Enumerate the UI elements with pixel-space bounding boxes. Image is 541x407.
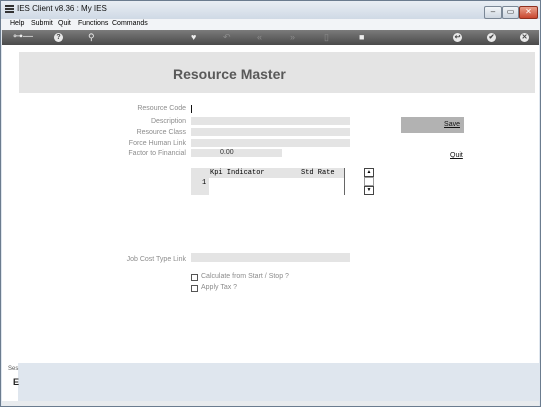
description-input[interactable] [191,117,350,125]
content-area [2,45,539,363]
kpi-grid[interactable]: Kpi Indicator Std Rate 1 [191,168,345,195]
key-icon[interactable]: ⊶— [13,31,33,42]
app-window: IES Client v8.36 : My IES – ▭ ✕ Help Sub… [0,0,541,407]
search-icon[interactable]: ⚲ [88,32,95,43]
resource-code-input[interactable] [191,105,192,113]
first-icon[interactable]: « [257,32,262,43]
maximize-button[interactable]: ▭ [502,6,519,19]
resource-class-input[interactable] [191,128,350,136]
factor-to-financial-label: Factor to Financial [128,150,186,157]
quit-link[interactable]: Quit [450,152,463,159]
toolbar: ⊶— ? ⚲ ♥ ↶ « » ▯ ■ ↩ ✔ ✕ [2,30,539,45]
calc-start-stop-checkbox[interactable] [191,274,198,281]
col-kpi-indicator: Kpi Indicator [210,169,265,177]
resource-class-label: Resource Class [136,129,186,136]
ok-icon[interactable]: ✔ [487,33,496,42]
status-bar [2,401,539,406]
grid-row-number: 1 [191,178,209,195]
description-label: Description [150,118,186,125]
scroll-down-icon[interactable]: ▼ [364,186,374,195]
save-label: Save [444,121,460,128]
factor-value: 0.00 [220,149,234,156]
menu-help[interactable]: Help [10,20,24,27]
menu-bar: Help Submit Quit Functions Commands [1,19,540,30]
session-sidebar: Ses E [2,363,19,401]
undo-icon[interactable]: ↶ [223,32,231,43]
scroll-up-icon[interactable]: ▲ [364,168,374,177]
scroll-track[interactable] [364,177,374,186]
page-title: Resource Master [173,66,286,82]
close-window-button[interactable]: ✕ [519,6,538,19]
close-icon[interactable]: ✕ [520,33,529,42]
factor-to-financial-input[interactable]: 0.00 [191,149,282,157]
help-icon[interactable]: ? [54,33,63,42]
col-std-rate: Std Rate [301,169,335,177]
window-title: IES Client v8.36 : My IES [17,4,107,13]
apply-tax-label: Apply Tax ? [201,284,238,291]
force-human-link-input[interactable] [191,139,350,147]
save-button[interactable]: Save [401,117,464,133]
last-icon[interactable]: » [290,32,295,43]
session-label: Ses [8,366,19,372]
job-cost-type-link-input[interactable] [191,253,350,262]
menu-commands[interactable]: Commands [112,20,148,27]
resource-code-label: Resource Code [137,105,186,112]
title-bar: IES Client v8.36 : My IES – ▭ ✕ [1,1,540,19]
grid-header: Kpi Indicator Std Rate [191,168,344,178]
row-number: 1 [202,179,207,187]
back-icon[interactable]: ↩ [453,33,462,42]
job-cost-type-link-label: Job Cost Type Link [126,256,186,263]
session-indicator[interactable]: E [13,377,19,387]
resource-master-form [19,52,535,363]
apply-tax-checkbox[interactable] [191,285,198,292]
menu-quit[interactable]: Quit [58,20,71,27]
calc-start-stop-label: Calculate from Start / Stop ? [201,273,289,280]
trash-icon[interactable]: ▯ [324,32,329,43]
force-human-link-label: Force Human Link [128,140,186,147]
menu-functions[interactable]: Functions [78,20,108,27]
app-menu-icon[interactable] [5,5,14,14]
menu-submit[interactable]: Submit [31,20,53,27]
new-icon[interactable]: ■ [359,32,364,43]
minimize-button[interactable]: – [484,6,502,19]
heart-icon[interactable]: ♥ [191,32,196,43]
